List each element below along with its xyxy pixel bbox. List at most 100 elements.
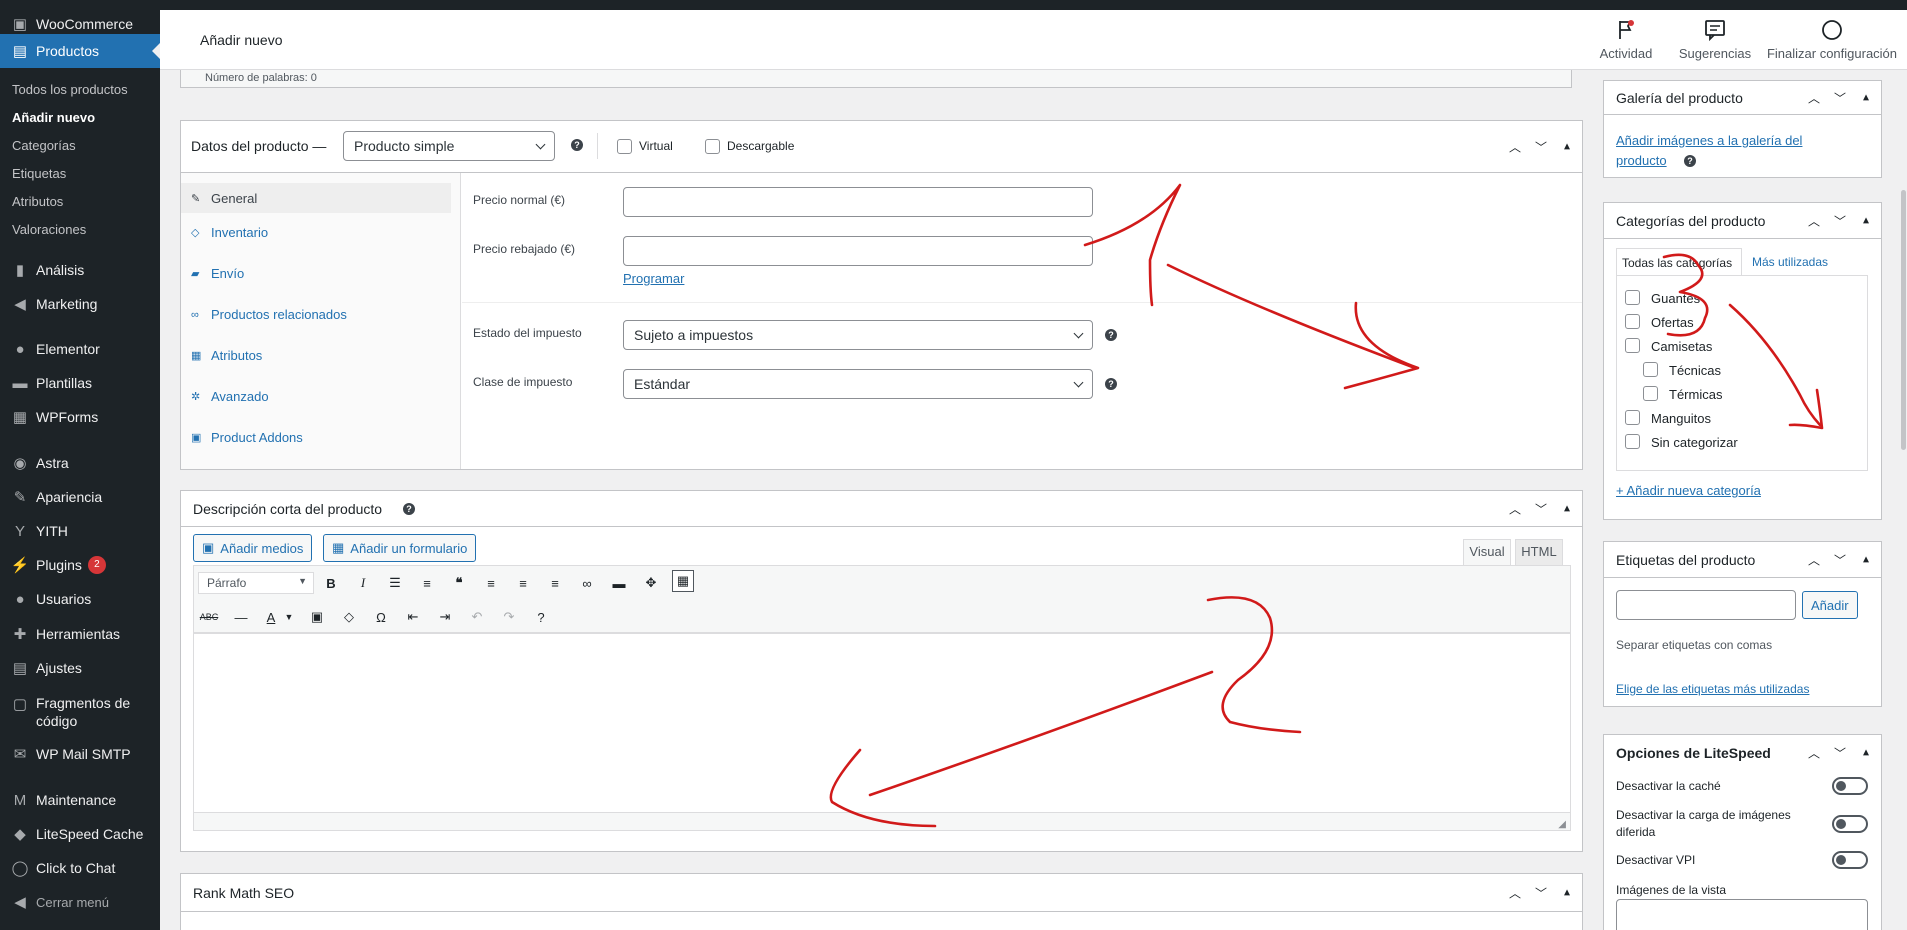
- sidebar-item-herramientas[interactable]: ✚ Herramientas: [0, 622, 160, 646]
- move-down-icon[interactable]: ﹀: [1833, 89, 1847, 106]
- help-icon[interactable]: ?: [403, 503, 415, 515]
- move-up-icon[interactable]: ︿: [1807, 745, 1821, 762]
- toggle-panel-icon[interactable]: ▴: [1859, 212, 1873, 229]
- undo-icon[interactable]: ↶: [466, 606, 488, 628]
- read-more-icon[interactable]: ▬: [608, 572, 630, 594]
- italic-icon[interactable]: I: [352, 572, 374, 594]
- numbered-list-icon[interactable]: ≡: [416, 572, 438, 594]
- align-center-icon[interactable]: ≡: [512, 572, 534, 594]
- align-right-icon[interactable]: ≡: [544, 572, 566, 594]
- move-up-icon[interactable]: ︿: [1807, 212, 1821, 229]
- add-tag-button[interactable]: Añadir: [1802, 591, 1858, 619]
- help-icon[interactable]: ?: [571, 139, 583, 151]
- toggle-panel-icon[interactable]: ▴: [1560, 500, 1574, 517]
- help-icon[interactable]: ?: [530, 606, 552, 628]
- redo-icon[interactable]: ↷: [498, 606, 520, 628]
- submenu-categories[interactable]: Categorías: [12, 138, 76, 153]
- tab-atributos[interactable]: ▦ Atributos: [191, 348, 262, 363]
- add-gallery-images-link[interactable]: Añadir imágenes a la galería del product…: [1616, 131, 1816, 171]
- category-checkbox[interactable]: [1625, 338, 1640, 353]
- downloadable-checkbox[interactable]: [705, 139, 720, 154]
- disable-vpi-toggle[interactable]: [1832, 851, 1868, 869]
- special-character-icon[interactable]: Ω: [370, 606, 392, 628]
- regular-price-input[interactable]: [623, 187, 1093, 217]
- blockquote-icon[interactable]: ❝: [448, 572, 470, 594]
- move-down-icon[interactable]: ﹀: [1833, 551, 1847, 568]
- bullet-list-icon[interactable]: ☰: [384, 572, 406, 594]
- toggle-panel-icon[interactable]: ▴: [1560, 138, 1574, 155]
- sidebar-item-plantillas[interactable]: ▬ Plantillas: [0, 371, 160, 395]
- help-icon[interactable]: ?: [1684, 155, 1696, 167]
- toggle-panel-icon[interactable]: ▴: [1859, 745, 1873, 762]
- tab-inventario[interactable]: ◇ Inventario: [191, 225, 268, 240]
- sidebar-item-marketing[interactable]: ◀ Marketing: [0, 292, 160, 316]
- toggle-panel-icon[interactable]: ▴: [1859, 89, 1873, 106]
- strikethrough-icon[interactable]: ABC: [198, 606, 220, 628]
- toggle-panel-icon[interactable]: ▴: [1560, 884, 1574, 901]
- toggle-panel-icon[interactable]: ▴: [1859, 551, 1873, 568]
- move-up-icon[interactable]: ︿: [1807, 89, 1821, 106]
- help-icon[interactable]: ?: [1105, 329, 1117, 341]
- sidebar-item-analisis[interactable]: ▮ Análisis: [0, 258, 160, 282]
- tab-most-used[interactable]: Más utilizadas: [1752, 255, 1828, 269]
- move-up-icon[interactable]: ︿: [1508, 884, 1522, 901]
- sidebar-item-astra[interactable]: ◉ Astra: [0, 451, 160, 475]
- tax-class-select[interactable]: Estándar: [623, 369, 1093, 399]
- eraser-icon[interactable]: ◇: [338, 606, 360, 628]
- category-checkbox[interactable]: [1625, 434, 1640, 449]
- submenu-tags[interactable]: Etiquetas: [12, 166, 66, 181]
- sidebar-collapse-menu[interactable]: ◀ Cerrar menú: [0, 890, 160, 914]
- paste-text-icon[interactable]: ▣: [306, 606, 328, 628]
- sidebar-item-ajustes[interactable]: ▤ Ajustes: [0, 656, 160, 680]
- move-up-icon[interactable]: ︿: [1807, 551, 1821, 568]
- choose-tags-link[interactable]: Elige de las etiquetas más utilizadas: [1616, 682, 1809, 696]
- submenu-all-products[interactable]: Todos los productos: [12, 82, 128, 97]
- indent-icon[interactable]: ⇥: [434, 606, 456, 628]
- submenu-add-new[interactable]: Añadir nuevo: [12, 110, 95, 125]
- sidebar-item-woocommerce[interactable]: ▣ WooCommerce: [0, 12, 160, 36]
- sidebar-item-plugins[interactable]: ⚡ Plugins 2: [0, 553, 160, 577]
- tag-input[interactable]: [1616, 590, 1796, 620]
- move-down-icon[interactable]: ﹀: [1534, 138, 1548, 155]
- sidebar-item-click-to-chat[interactable]: ◯ Click to Chat: [0, 856, 160, 880]
- submenu-reviews[interactable]: Valoraciones: [12, 222, 86, 237]
- disable-cache-toggle[interactable]: [1832, 777, 1868, 795]
- tax-status-select[interactable]: Sujeto a impuestos: [623, 320, 1093, 350]
- tab-general[interactable]: ✎ General: [181, 183, 451, 213]
- horizontal-line-icon[interactable]: —: [230, 606, 252, 628]
- add-media-button[interactable]: ▣ Añadir medios: [193, 534, 313, 562]
- move-down-icon[interactable]: ﹀: [1833, 745, 1847, 762]
- submenu-attributes[interactable]: Atributos: [12, 194, 63, 209]
- activity-button[interactable]: Actividad: [1586, 18, 1666, 61]
- sidebar-item-wp-mail-smtp[interactable]: ✉ WP Mail SMTP: [0, 742, 160, 766]
- disable-lazyload-toggle[interactable]: [1832, 815, 1868, 833]
- sidebar-item-fragmentos[interactable]: ▢ Fragmentos de código: [0, 690, 160, 734]
- sidebar-item-apariencia[interactable]: ✎ Apariencia: [0, 485, 160, 509]
- tab-envio[interactable]: ▰ Envío: [191, 266, 244, 281]
- tab-productos-relacionados[interactable]: ∞ Productos relacionados: [191, 307, 347, 322]
- scrollbar[interactable]: [1900, 70, 1907, 930]
- add-form-button[interactable]: ▦ Añadir un formulario: [323, 534, 477, 562]
- caret-down-icon[interactable]: ▼: [278, 606, 300, 628]
- product-type-select[interactable]: Producto simple: [343, 131, 555, 161]
- add-new-category-link[interactable]: + Añadir nueva categoría: [1616, 483, 1761, 498]
- suggestions-button[interactable]: Sugerencias: [1670, 18, 1760, 61]
- fullscreen-icon[interactable]: ✥: [640, 572, 662, 594]
- move-down-icon[interactable]: ﹀: [1534, 500, 1548, 517]
- category-checkbox[interactable]: [1625, 290, 1640, 305]
- category-checkbox[interactable]: [1625, 410, 1640, 425]
- align-left-icon[interactable]: ≡: [480, 572, 502, 594]
- move-up-icon[interactable]: ︿: [1508, 500, 1522, 517]
- outdent-icon[interactable]: ⇤: [402, 606, 424, 628]
- sidebar-item-wpforms[interactable]: ▦ WPForms: [0, 405, 160, 429]
- sidebar-item-usuarios[interactable]: ● Usuarios: [0, 587, 160, 611]
- category-checkbox[interactable]: [1643, 362, 1658, 377]
- sidebar-item-litespeed[interactable]: ◆ LiteSpeed Cache: [0, 822, 160, 846]
- tab-all-categories[interactable]: Todas las categorías: [1616, 248, 1742, 276]
- sidebar-item-productos[interactable]: ▤ Productos: [0, 34, 160, 68]
- tab-visual[interactable]: Visual: [1463, 539, 1511, 565]
- sidebar-item-maintenance[interactable]: M Maintenance: [0, 788, 160, 812]
- virtual-checkbox[interactable]: [617, 139, 632, 154]
- move-up-icon[interactable]: ︿: [1508, 138, 1522, 155]
- link-icon[interactable]: ∞: [576, 572, 598, 594]
